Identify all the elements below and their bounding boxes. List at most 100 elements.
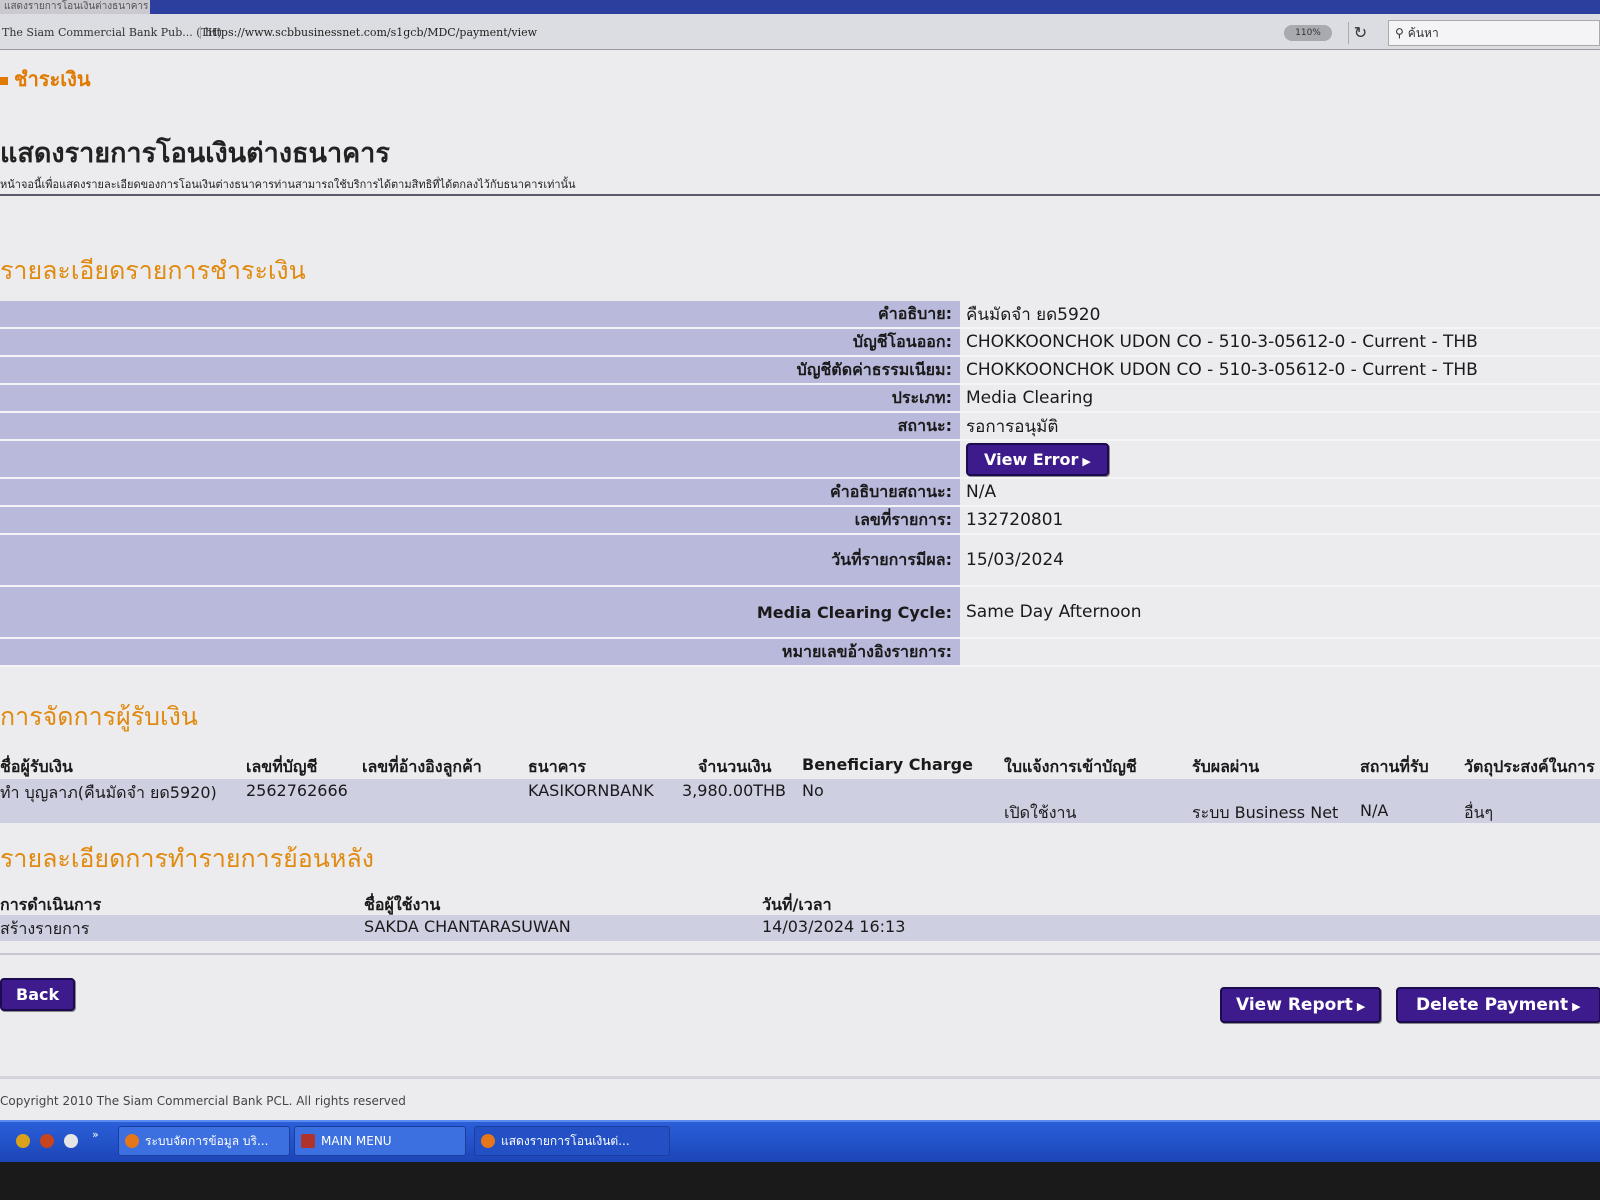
detail-row-description: คำอธิบาย: คืนมัดจำ ยด5920	[0, 301, 1600, 329]
bullet-icon	[0, 76, 8, 85]
zoom-indicator[interactable]: 110%	[1284, 25, 1332, 41]
cell-user: SAKDA CHANTARASUWAN	[364, 917, 571, 936]
detail-value: 132720801	[966, 510, 1064, 530]
search-placeholder: ค้นหา	[1407, 26, 1439, 40]
detail-label: คำอธิบายสถานะ:	[0, 479, 960, 505]
view-error-label: View Error	[984, 449, 1079, 469]
column-header-purpose: วัตถุประสงค์ในการ	[1464, 757, 1595, 776]
taskbar-item-data-system[interactable]: ระบบจัดการข้อมูล บริ...	[118, 1126, 290, 1156]
view-report-button[interactable]: View Report ▶	[1220, 987, 1382, 1023]
quicklaunch-browser-icon[interactable]	[16, 1134, 30, 1148]
browser-tab-strip: แสดงรายการโอนเงินต่างธนาคาร	[0, 0, 1600, 14]
search-input[interactable]: ⚲ ค้นหา	[1388, 20, 1600, 46]
delete-payment-label: Delete Payment	[1416, 995, 1569, 1015]
chevron-right-icon[interactable]: »	[92, 1128, 99, 1141]
payees-heading: การจัดการผู้รับเงิน	[0, 702, 198, 731]
page-content: ชำระเงิน แสดงรายการโอนเงินต่างธนาคาร หน้…	[0, 51, 1600, 1120]
detail-label: บัญชีโอนออก:	[0, 329, 960, 355]
column-header-amount: จำนวนเงิน	[698, 757, 772, 776]
table-header-row: การดำเนินการ ชื่อผู้ใช้งาน วันที่/เวลา	[0, 891, 1600, 915]
detail-label: Media Clearing Cycle:	[0, 587, 960, 637]
reload-icon[interactable]: ↻	[1348, 22, 1372, 44]
detail-value: 15/03/2024	[966, 550, 1064, 570]
site-identity[interactable]: The Siam Commercial Bank Pub... (TH)	[2, 26, 222, 39]
divider	[0, 953, 1600, 955]
column-header-account-no: เลขที่บัญชี	[246, 757, 318, 776]
column-header-receive-via: รับผลผ่าน	[1192, 757, 1260, 776]
detail-row-status-description: คำอธิบายสถานะ: N/A	[0, 479, 1600, 507]
detail-row-effective-date: วันที่รายการมีผล: 15/03/2024	[0, 535, 1600, 587]
taskbar-item-label: ระบบจัดการข้อมูล บริ...	[145, 1134, 269, 1148]
cell-bank: KASIKORNBANK	[528, 781, 654, 800]
page-title: แสดงรายการโอนเงินต่างธนาคาร	[0, 138, 390, 169]
view-error-button[interactable]: View Error ▶	[966, 442, 1109, 476]
detail-value: คืนมัดจำ ยด5920	[966, 304, 1101, 325]
detail-row-view-error: View Error ▶	[0, 441, 1600, 479]
detail-label: บัญชีตัดค่าธรรมเนียม:	[0, 357, 960, 383]
delete-payment-button[interactable]: Delete Payment ▶	[1396, 987, 1600, 1023]
footer-divider	[0, 1076, 1600, 1079]
quicklaunch-firefox-icon[interactable]	[40, 1134, 54, 1148]
detail-label-empty	[0, 441, 960, 477]
search-icon: ⚲	[1395, 26, 1404, 40]
history-table: การดำเนินการ ชื่อผู้ใช้งาน วันที่/เวลา ส…	[0, 891, 1600, 941]
column-header-bank: ธนาคาร	[528, 757, 586, 776]
url-field[interactable]: https://www.scbbusinessnet.com/s1gcb/MDC…	[200, 26, 537, 39]
column-header-receive-location: สถานที่รับ	[1360, 757, 1429, 776]
cell-action: สร้างรายการ	[0, 919, 90, 938]
cell-beneficiary-charge: No	[802, 781, 824, 800]
details-heading: รายละเอียดรายการชำระเงิน	[0, 256, 306, 285]
detail-row-reference-no: หมายเลขอ้างอิงรายการ:	[0, 639, 1600, 667]
arrow-right-icon: ▶	[1572, 1000, 1581, 1013]
cell-amount: 3,980.00THB	[682, 781, 787, 800]
history-heading: รายละเอียดการทำรายการย้อนหลัง	[0, 844, 374, 873]
detail-row-debit-account: บัญชีโอนออก: CHOKKOONCHOK UDON CO - 510-…	[0, 329, 1600, 357]
detail-row-status: สถานะ: รอการอนุมัติ	[0, 413, 1600, 441]
browser-tab[interactable]: แสดงรายการโอนเงินต่างธนาคาร	[0, 0, 150, 14]
detail-value: Same Day Afternoon	[966, 602, 1142, 622]
divider	[0, 194, 1600, 196]
taskbar-item-label: MAIN MENU	[321, 1134, 392, 1148]
detail-value: Media Clearing	[966, 388, 1094, 408]
detail-label: ประเภท:	[0, 385, 960, 411]
detail-value: View Error ▶	[960, 441, 1600, 477]
taskbar-item-main-menu[interactable]: MAIN MENU	[294, 1126, 466, 1156]
back-button[interactable]: Back	[0, 978, 76, 1011]
browser-icon	[125, 1134, 139, 1148]
taskbar-item-transfer-view[interactable]: แสดงรายการโอนเงินต่...	[474, 1126, 670, 1156]
detail-value	[960, 639, 1600, 665]
taskbar-item-label: แสดงรายการโอนเงินต่...	[501, 1134, 630, 1148]
detail-row-transaction-no: เลขที่รายการ: 132720801	[0, 507, 1600, 535]
section-label-text: ชำระเงิน	[14, 67, 91, 91]
column-header-customer-ref: เลขที่อ้างอิงลูกค้า	[362, 757, 482, 776]
detail-label: หมายเลขอ้างอิงรายการ:	[0, 639, 960, 665]
table-row: สร้างรายการ SAKDA CHANTARASUWAN 14/03/20…	[0, 915, 1600, 941]
table-header-row: ชื่อผู้รับเงิน เลขที่บัญชี เลขที่อ้างอิง…	[0, 751, 1600, 779]
payee-table: ชื่อผู้รับเงิน เลขที่บัญชี เลขที่อ้างอิง…	[0, 751, 1600, 823]
detail-value: N/A	[966, 482, 997, 502]
payment-details-table: คำอธิบาย: คืนมัดจำ ยด5920 บัญชีโอนออก: C…	[0, 301, 1600, 667]
column-header-beneficiary-charge: Beneficiary Charge	[802, 755, 973, 774]
section-label: ชำระเงิน	[0, 63, 91, 95]
detail-row-clearing-cycle: Media Clearing Cycle: Same Day Afternoon	[0, 587, 1600, 639]
detail-label: คำอธิบาย:	[0, 301, 960, 327]
detail-row-type: ประเภท: Media Clearing	[0, 385, 1600, 413]
cell-payee: ทำ บุญลาภ(คืนมัดจำ ยด5920)	[0, 783, 217, 802]
taskbar: » ระบบจัดการข้อมูล บริ... MAIN MENU แสดง…	[0, 1120, 1600, 1162]
cell-receive-via: ระบบ Business Net	[1192, 803, 1339, 822]
column-header-payee: ชื่อผู้รับเงิน	[0, 757, 73, 776]
view-report-label: View Report	[1236, 995, 1353, 1015]
monitor-bezel	[0, 1162, 1600, 1200]
detail-value: รอการอนุมัติ	[966, 416, 1059, 437]
table-row: ทำ บุญลาภ(คืนมัดจำ ยด5920) 2562762666 KA…	[0, 779, 1600, 823]
detail-value: CHOKKOONCHOK UDON CO - 510-3-05612-0 - C…	[966, 360, 1478, 380]
browser-icon	[481, 1134, 495, 1148]
cell-account-no: 2562762666	[246, 781, 348, 800]
detail-row-fee-account: บัญชีตัดค่าธรรมเนียม: CHOKKOONCHOK UDON …	[0, 357, 1600, 385]
detail-label: สถานะ:	[0, 413, 960, 439]
quicklaunch-app-icon[interactable]	[64, 1134, 78, 1148]
cell-purpose: อื่นๆ	[1464, 803, 1494, 822]
page-subtitle: หน้าจอนี้เพื่อแสดงรายละเอียดของการโอนเงิ…	[0, 178, 576, 191]
detail-label: เลขที่รายการ:	[0, 507, 960, 533]
address-bar: The Siam Commercial Bank Pub... (TH) htt…	[0, 14, 1600, 50]
